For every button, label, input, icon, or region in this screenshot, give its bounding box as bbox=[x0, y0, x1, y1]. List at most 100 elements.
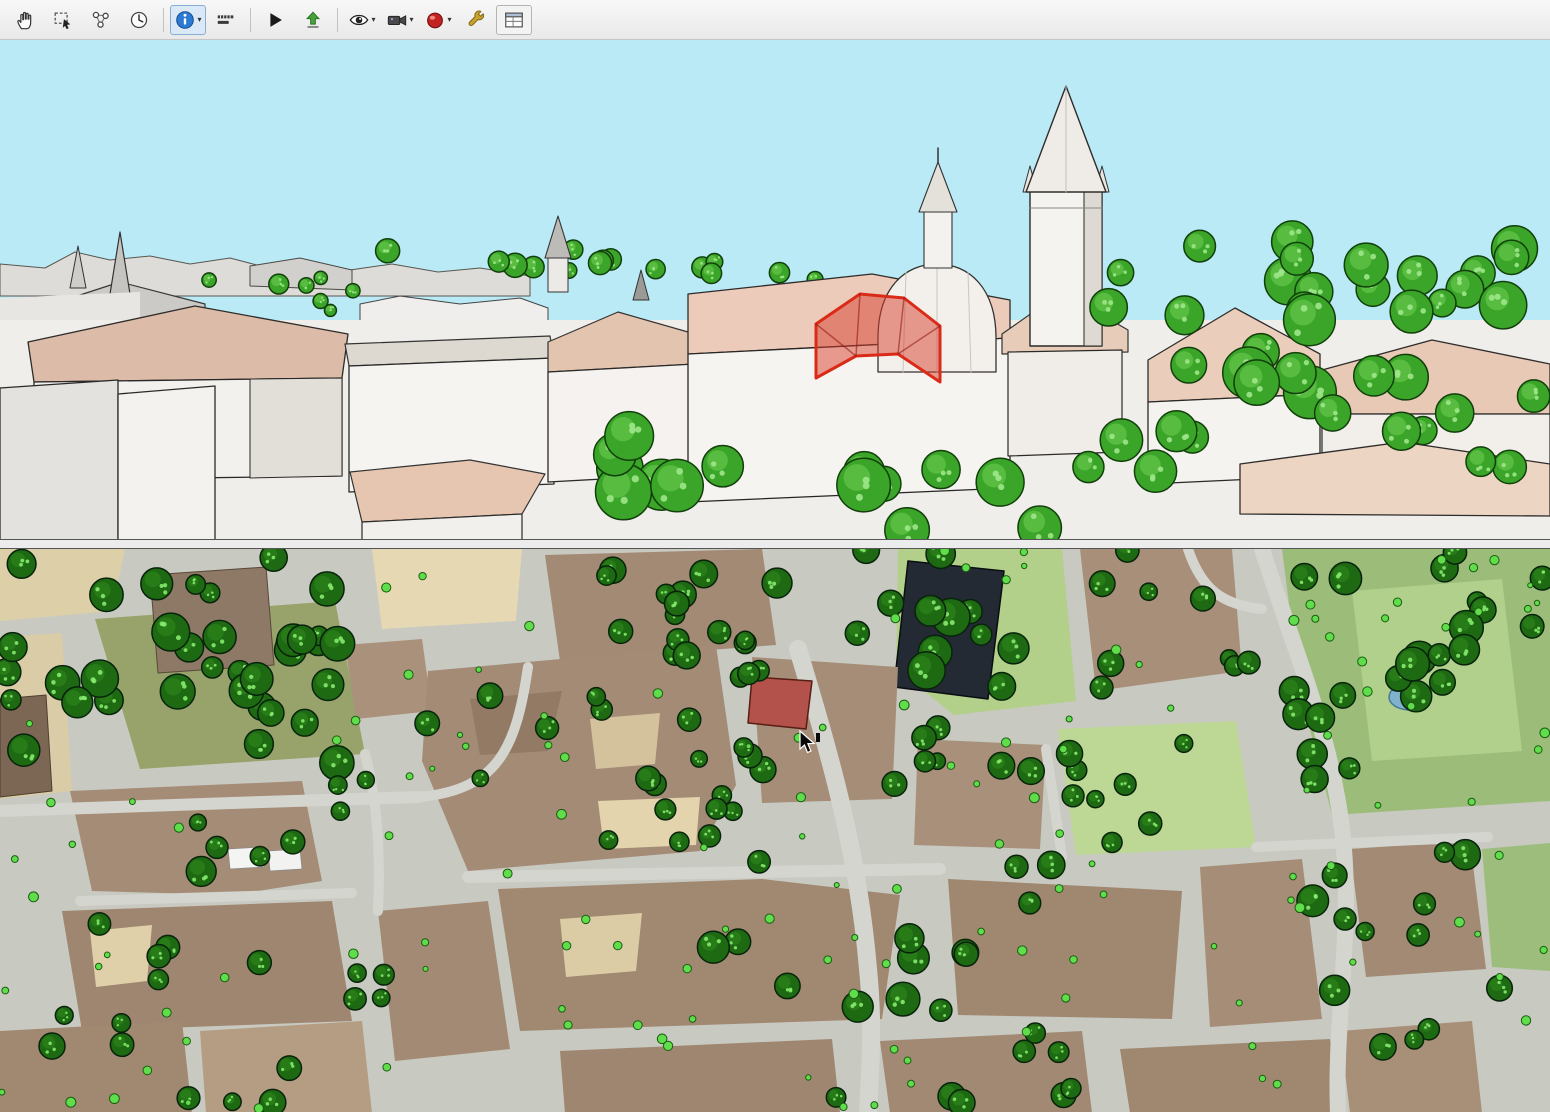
tree bbox=[186, 856, 216, 886]
small-tree-dot bbox=[1249, 1043, 1256, 1050]
tree bbox=[882, 771, 907, 796]
tree bbox=[1291, 564, 1317, 590]
tree bbox=[1329, 562, 1361, 594]
small-tree-dot bbox=[351, 716, 360, 725]
small-tree-dot bbox=[560, 753, 569, 762]
dropdown-caret-icon: ▾ bbox=[447, 16, 451, 24]
marquee-select-tool[interactable] bbox=[45, 5, 81, 35]
dashboard-button[interactable] bbox=[496, 5, 532, 35]
small-tree-dot bbox=[476, 667, 482, 673]
tree bbox=[988, 673, 1016, 701]
dropdown-caret-icon: ▾ bbox=[409, 16, 413, 24]
ruler-icon bbox=[215, 9, 237, 31]
tree bbox=[488, 251, 509, 272]
small-tree-dot bbox=[1018, 946, 1027, 955]
small-tree-dot bbox=[1495, 851, 1503, 859]
small-tree-dot bbox=[1324, 731, 1332, 739]
dropdown-caret-icon: ▾ bbox=[371, 16, 375, 24]
viewport-splitter[interactable] bbox=[0, 540, 1550, 548]
tree bbox=[1306, 703, 1335, 732]
tree bbox=[690, 560, 718, 588]
nodes-icon bbox=[90, 9, 112, 31]
small-tree-dot bbox=[1327, 862, 1335, 870]
selected-building-2d[interactable] bbox=[748, 677, 812, 729]
small-tree-dot bbox=[1407, 702, 1415, 710]
small-tree-dot bbox=[1236, 1000, 1242, 1006]
tree bbox=[702, 446, 743, 487]
small-tree-dot bbox=[349, 949, 359, 959]
small-tree-dot bbox=[1475, 608, 1483, 616]
tree bbox=[240, 663, 273, 696]
small-tree-dot bbox=[183, 1037, 191, 1045]
tree bbox=[258, 700, 284, 726]
scene-3d-canvas[interactable] bbox=[0, 40, 1550, 539]
small-tree-dot bbox=[1524, 605, 1531, 612]
tree bbox=[697, 931, 729, 963]
tree bbox=[291, 709, 318, 736]
camera-menu-button[interactable]: ▾ bbox=[382, 5, 418, 35]
viewport-3d-scene[interactable] bbox=[0, 40, 1550, 540]
toolbar-separator bbox=[163, 8, 164, 32]
viewport-2d-map[interactable] bbox=[0, 548, 1550, 1112]
small-tree-dot bbox=[1534, 746, 1542, 754]
small-tree-dot bbox=[110, 1094, 120, 1104]
tree bbox=[922, 450, 960, 488]
small-tree-dot bbox=[904, 1057, 911, 1064]
tree bbox=[310, 572, 344, 606]
small-tree-dot bbox=[545, 742, 552, 749]
small-tree-dot bbox=[11, 856, 18, 863]
small-tree-dot bbox=[1455, 917, 1465, 927]
tree bbox=[1237, 651, 1260, 674]
small-tree-dot bbox=[1056, 830, 1064, 838]
small-tree-dot bbox=[849, 989, 858, 998]
time-tool[interactable] bbox=[121, 5, 157, 35]
tree bbox=[320, 627, 354, 661]
visibility-menu-button[interactable]: ▾ bbox=[344, 5, 380, 35]
small-tree-dot bbox=[1289, 615, 1299, 625]
render-mode-menu-button[interactable]: ▾ bbox=[420, 5, 456, 35]
small-tree-dot bbox=[1437, 556, 1446, 565]
small-tree-dot bbox=[1469, 564, 1477, 572]
tree bbox=[312, 669, 344, 701]
small-tree-dot bbox=[840, 1103, 847, 1110]
tree bbox=[691, 751, 708, 768]
node-select-tool[interactable] bbox=[83, 5, 119, 35]
pan-tool[interactable] bbox=[7, 5, 43, 35]
street bbox=[468, 869, 940, 877]
tree bbox=[1370, 1034, 1396, 1060]
tree bbox=[110, 1033, 133, 1056]
dropdown-caret-icon: ▾ bbox=[197, 16, 201, 24]
small-tree-dot bbox=[462, 743, 468, 749]
tree bbox=[886, 982, 920, 1016]
tree bbox=[1334, 908, 1356, 930]
clock-icon bbox=[128, 9, 150, 31]
map-2d-canvas[interactable] bbox=[0, 549, 1550, 1112]
play-button[interactable] bbox=[257, 5, 293, 35]
measure-tool[interactable] bbox=[208, 5, 244, 35]
tree bbox=[206, 836, 228, 858]
scene-shape bbox=[118, 386, 215, 539]
tree bbox=[1320, 975, 1350, 1005]
tools-button[interactable] bbox=[458, 5, 494, 35]
tree bbox=[845, 621, 869, 645]
tree bbox=[376, 239, 400, 263]
tree bbox=[160, 674, 195, 709]
small-tree-dot bbox=[1066, 716, 1072, 722]
small-tree-dot bbox=[796, 793, 805, 802]
small-tree-dot bbox=[614, 941, 622, 949]
small-tree-dot bbox=[582, 915, 590, 923]
identify-tool[interactable]: ▾ bbox=[170, 5, 206, 35]
small-tree-dot bbox=[1304, 787, 1310, 793]
export-button[interactable] bbox=[295, 5, 331, 35]
small-tree-dot bbox=[908, 1080, 915, 1087]
small-tree-dot bbox=[1060, 745, 1068, 753]
tree bbox=[415, 711, 440, 736]
scene-shape bbox=[1482, 843, 1550, 971]
scene-shape bbox=[560, 1039, 840, 1112]
tree bbox=[775, 973, 800, 998]
small-tree-dot bbox=[1350, 959, 1356, 965]
tree bbox=[477, 683, 502, 708]
small-tree-dot bbox=[940, 549, 950, 556]
small-tree-dot bbox=[503, 869, 512, 878]
small-tree-dot bbox=[722, 926, 728, 932]
